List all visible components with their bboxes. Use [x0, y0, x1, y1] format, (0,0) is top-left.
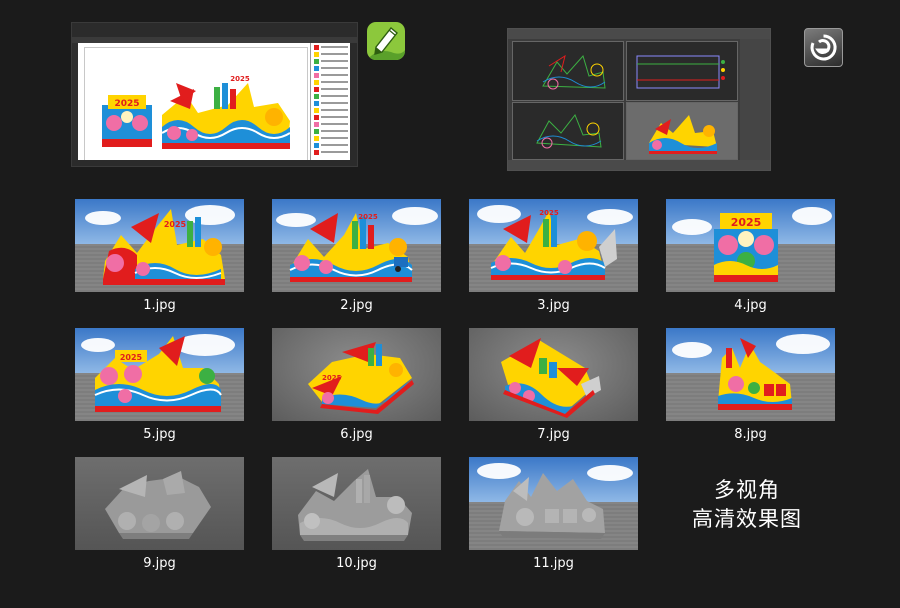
thumbnail-5-caption: 5.jpg	[143, 427, 176, 442]
thumbnail-1-year: 2025	[164, 220, 187, 229]
3ds-max-viewport-perspective	[626, 102, 738, 160]
thumbnail-11[interactable]	[469, 457, 638, 550]
thumbnail-9[interactable]	[75, 457, 244, 550]
thumbnail-10-caption: 10.jpg	[336, 556, 377, 571]
3ds-max-toolbar	[508, 29, 770, 39]
3ds-max-viewport-front	[626, 41, 738, 101]
thumbnail-3-caption: 3.jpg	[537, 298, 570, 313]
coreldraw-menubar	[72, 23, 357, 37]
thumbnail-4-caption: 4.jpg	[734, 298, 767, 313]
coreldraw-canvas: 2025 2025	[78, 43, 310, 163]
thumbnail-4-year: 2025	[731, 216, 762, 229]
thumbnail-5-year: 2025	[120, 353, 143, 362]
coreldraw-screenshot: 2025 2025	[71, 22, 358, 167]
thumbnail-7-caption: 7.jpg	[537, 427, 570, 442]
coreldraw-object-panel	[310, 43, 351, 166]
3ds-max-command-panel	[740, 39, 770, 160]
thumbnail-3[interactable]: 2025	[469, 199, 638, 292]
coreldraw-page	[84, 47, 308, 163]
coreldraw-color-palette	[350, 43, 357, 166]
3ds-max-screenshot	[507, 28, 771, 171]
thumbnail-9-caption: 9.jpg	[143, 556, 176, 571]
thumbnail-10[interactable]	[272, 457, 441, 550]
thumbnail-8[interactable]	[666, 328, 835, 421]
thumbnail-4[interactable]: 2025	[666, 199, 835, 292]
thumbnail-3-year: 2025	[539, 209, 559, 217]
3ds-max-timeline	[508, 160, 770, 170]
headline-line-1: 多视角	[714, 478, 780, 502]
thumbnail-6-year: 2025	[322, 374, 342, 382]
thumbnail-2[interactable]: 2025	[272, 199, 441, 292]
3ds-max-logo-icon	[804, 28, 843, 67]
thumbnail-5[interactable]: 2025	[75, 328, 244, 421]
headline: 多视角 高清效果图	[672, 476, 822, 534]
headline-line-2: 高清效果图	[692, 507, 802, 531]
3ds-max-viewport-top	[512, 41, 624, 101]
thumbnail-6[interactable]: 2025	[272, 328, 441, 421]
thumbnail-7[interactable]	[469, 328, 638, 421]
3ds-max-viewport-left	[512, 102, 624, 160]
thumbnail-6-caption: 6.jpg	[340, 427, 373, 442]
thumbnail-11-caption: 11.jpg	[533, 556, 574, 571]
thumbnail-2-caption: 2.jpg	[340, 298, 373, 313]
thumbnail-8-caption: 8.jpg	[734, 427, 767, 442]
thumbnail-1-caption: 1.jpg	[143, 298, 176, 313]
coreldraw-logo-icon	[367, 22, 405, 60]
thumbnail-2-year: 2025	[358, 213, 378, 221]
coreldraw-statusbar	[72, 160, 357, 166]
thumbnail-1[interactable]: 2025	[75, 199, 244, 292]
